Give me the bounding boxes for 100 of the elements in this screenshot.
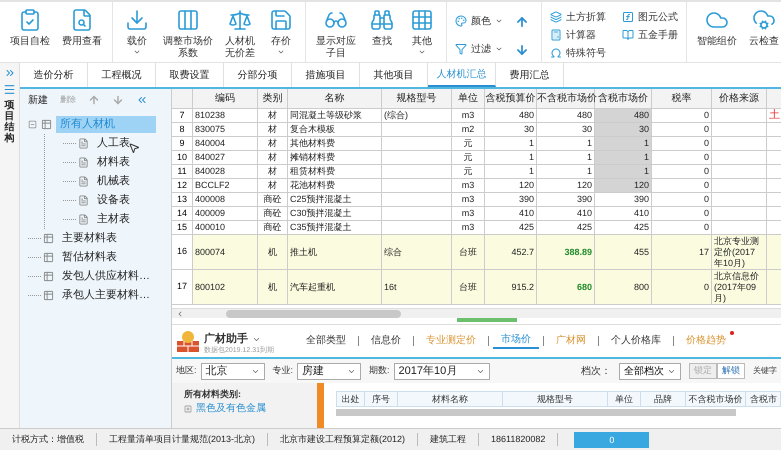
- table-cell: 花池材料费: [290, 180, 335, 191]
- column-header[interactable]: 含税市: [746, 392, 781, 406]
- tree-item[interactable]: 主要材料表: [58, 230, 121, 247]
- column-header[interactable]: 含税市场价: [595, 89, 652, 108]
- price-tab[interactable]: 全部类型: [298, 333, 354, 348]
- tree-item[interactable]: 发包人供应材料…: [58, 268, 154, 285]
- price-tab[interactable]: 市场价: [493, 332, 540, 349]
- tree-item[interactable]: 暂估材料表: [58, 249, 121, 266]
- column-header[interactable]: 规格型号: [503, 392, 608, 406]
- tab[interactable]: 工程概况: [88, 63, 156, 87]
- column-header[interactable]: 税率: [652, 89, 712, 108]
- table-cell: 商砼: [264, 208, 282, 219]
- tab[interactable]: 人材机汇总: [428, 63, 496, 87]
- table-cell: 800102: [195, 282, 226, 292]
- table-cell: C35预拌混凝土: [290, 222, 352, 233]
- column-header[interactable]: 规格型号: [382, 89, 452, 108]
- toolbar-button[interactable]: 存价: [261, 4, 301, 62]
- column-header[interactable]: 不含税市场价: [537, 89, 595, 108]
- tab[interactable]: 费用汇总: [496, 63, 564, 87]
- tree-item[interactable]: 主材表: [93, 211, 134, 228]
- column-header[interactable]: 序号: [365, 392, 398, 406]
- table-cell-text: 北京专业测定价(2017年10月): [714, 236, 760, 268]
- toolbar-button[interactable]: 费用查看: [56, 4, 108, 62]
- toolbar-button[interactable]: 图元公式: [618, 8, 682, 26]
- tab[interactable]: 造价分析: [20, 63, 88, 87]
- column-header[interactable]: 品牌: [641, 392, 686, 406]
- table-row[interactable]: 17 800102 机 汽车起重机 16t 台班 915.2 680 800 0 北京信息价(2017年09月): [172, 270, 781, 305]
- table-cell: 16t: [384, 282, 397, 292]
- table-cell: 1: [528, 138, 534, 149]
- table-row[interactable]: 15 400010 商砼 C35预拌混凝土 m3 425 425 425 0: [172, 221, 781, 235]
- toolbar-button[interactable]: 项目自检: [4, 4, 56, 62]
- table-row[interactable]: 16 800074 机 推土机 综合 台班 452.7 388.89 455 17 北京专业测定价(2017年10月): [172, 235, 781, 270]
- table-row[interactable]: 7 810238 材 同混凝土等级砂浆 (综合) m3 480 480 480 0 土: [172, 109, 781, 123]
- table-row[interactable]: 9 840004 材 其他材料费 元 1 1 1 0: [172, 137, 781, 151]
- toolbar-button[interactable]: 过滤: [451, 40, 507, 58]
- column-header[interactable]: 单位: [608, 392, 641, 406]
- column-header[interactable]: 材料名称: [398, 392, 503, 406]
- table-cell: C30预拌混凝土: [290, 208, 352, 219]
- tree-item[interactable]: 材料表: [93, 154, 134, 171]
- table-row[interactable]: 8 830075 材 复合木模板 m2 30 30 30 0: [172, 123, 781, 137]
- column-header[interactable]: 名称: [288, 89, 382, 108]
- table-cell: 台班: [459, 246, 477, 258]
- status-text: 18611820082: [479, 432, 558, 446]
- table-cell: 388.89: [564, 246, 592, 258]
- column-header[interactable]: 不含税市场价: [686, 392, 746, 406]
- column-header[interactable]: 类别: [258, 89, 288, 108]
- table-cell: 480: [576, 110, 592, 121]
- toolbar-button[interactable]: 计算器: [546, 26, 610, 44]
- tab[interactable]: 其他项目: [360, 63, 428, 87]
- column-header[interactable]: 单位: [452, 89, 485, 108]
- column-header[interactable]: 编码: [193, 89, 258, 108]
- dropdown-field[interactable]: 北京: [200, 362, 265, 380]
- price-tab[interactable]: 信息价: [363, 333, 410, 348]
- table-cell: 410: [576, 208, 592, 219]
- dropdown-field[interactable]: 全部档次: [619, 362, 681, 380]
- toolbar-button[interactable]: 智能组价: [691, 4, 743, 62]
- tree-item[interactable]: 机械表: [93, 173, 134, 190]
- tree-item[interactable]: 承包人主要材料…: [58, 287, 154, 304]
- table-row[interactable]: 13 400008 商砼 C25预拌混凝土 m3 390 390 390 0: [172, 193, 781, 207]
- tab[interactable]: 分部分项: [224, 63, 292, 87]
- table-cell: 0: [704, 152, 709, 163]
- status-text: 建筑工程: [418, 432, 480, 446]
- table-row[interactable]: 11 840028 材 租赁材料费 元 1 1 1 0: [172, 165, 781, 179]
- toolbar-button[interactable]: 调整市场价 系数: [157, 4, 219, 62]
- table-row[interactable]: 12 BCCLF2 材 花池材料费 m3 120 120 120 0: [172, 179, 781, 193]
- toolbar-button[interactable]: 显示对应 子目: [310, 4, 362, 62]
- table-cell: 800: [634, 282, 649, 292]
- toolbar-button[interactable]: 载价: [117, 4, 157, 62]
- tab[interactable]: 取费设置: [156, 63, 224, 87]
- toolbar-button[interactable]: 土方折算: [546, 8, 610, 26]
- table-cell: 摊销材料费: [290, 152, 335, 163]
- toolbar-button[interactable]: 人材机 无价差: [219, 4, 261, 62]
- table-cell: 1: [644, 138, 649, 149]
- side-label[interactable]: 项目结构: [4, 100, 14, 144]
- new-button[interactable]: 新建: [28, 92, 48, 108]
- toolbar-button[interactable]: 云检查: [743, 4, 781, 62]
- toolbar-button[interactable]: 颜色: [451, 12, 507, 30]
- column-header[interactable]: 价格来源: [712, 89, 767, 108]
- toolbar-button[interactable]: 特殊符号: [546, 44, 610, 62]
- table-cell: BCCLF2: [195, 180, 230, 191]
- tree-item[interactable]: 设备表: [93, 192, 134, 209]
- table-cell: 0: [704, 208, 709, 219]
- toolbar-button[interactable]: 查找: [362, 4, 402, 62]
- table-row[interactable]: 14 400009 商砼 C30预拌混凝土 m3 410 410 410 0: [172, 207, 781, 221]
- column-header[interactable]: 含税预算价: [485, 89, 537, 108]
- toolbar-button[interactable]: 其他: [402, 4, 442, 62]
- table-cell: 1: [644, 166, 649, 177]
- tree-item[interactable]: 人工表: [93, 135, 134, 152]
- table-cell: 120: [634, 180, 649, 191]
- table-cell: 30: [638, 124, 649, 135]
- unlock-button[interactable]: 解锁: [717, 363, 745, 379]
- dropdown-field[interactable]: 房建: [297, 362, 362, 380]
- toolbar-button[interactable]: 五金手册: [618, 26, 682, 44]
- price-tab[interactable]: 个人价格库: [603, 333, 670, 348]
- column-header[interactable]: 出处: [337, 392, 365, 406]
- table-row[interactable]: 10 840027 材 摊销材料费 元 1 1 1 0: [172, 151, 781, 165]
- tab[interactable]: 措施项目: [292, 63, 360, 87]
- dropdown-field[interactable]: 2017年10月: [394, 362, 490, 380]
- table-cell: m3: [462, 208, 474, 219]
- assistant-title[interactable]: 广材助手: [204, 333, 248, 346]
